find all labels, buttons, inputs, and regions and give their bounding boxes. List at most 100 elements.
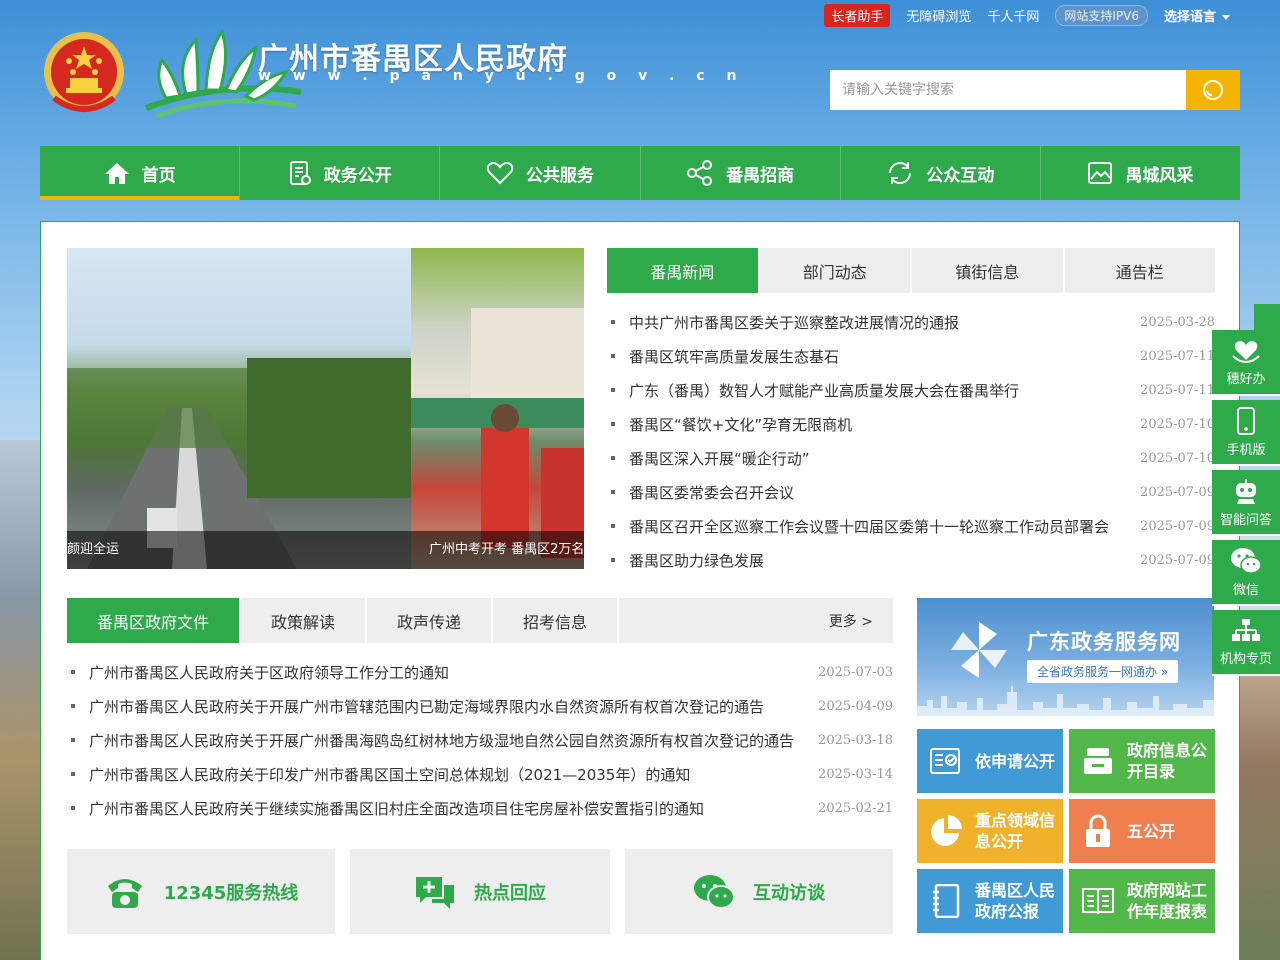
list-item[interactable]: 番禺区委常委会召开会议 2025-07-09 [607, 475, 1215, 509]
news-title[interactable]: 番禺区“餐饮+文化”孕育无限商机 [629, 414, 1140, 435]
sidebar-item-smart-qa[interactable]: 智能问答 [1212, 470, 1280, 536]
document-title[interactable]: 广州市番禺区人民政府关于区政府领导工作分工的通知 [89, 662, 818, 683]
news-list: 中共广州市番禺区委关于巡察整改进展情况的通报 2025-03-28 番禺区筑牢高质… [607, 305, 1215, 577]
tile-label: 五公开 [1127, 821, 1176, 841]
nav-item-public-service[interactable]: 公共服务 [440, 146, 641, 200]
bullet [611, 456, 615, 460]
service-label: 热点回应 [474, 882, 546, 904]
share-nodes-icon [687, 160, 713, 186]
tile-apply-disclosure[interactable]: 依申请公开 [917, 729, 1063, 793]
sidebar-top-tab[interactable] [1254, 304, 1280, 330]
tab-policy-interpretation[interactable]: 政策解读 [241, 598, 368, 643]
news-title[interactable]: 中共广州市番禺区委关于巡察整改进展情况的通报 [629, 312, 1140, 333]
guangdong-gov-service-banner[interactable]: 广东政务服务网 全省政务服务一网通办 » [917, 598, 1214, 716]
list-item[interactable]: 广州市番禺区人民政府关于继续实施番禺区旧村庄全面改造项目住宅房屋补偿安置指引的通… [67, 791, 893, 825]
list-item[interactable]: 番禺区筑牢高质量发展生态基石 2025-07-11 [607, 339, 1215, 373]
nav-item-public-interaction[interactable]: 公众互动 [841, 146, 1041, 200]
sidebar-item-suihaoban[interactable]: 穗好办 [1212, 330, 1280, 396]
news-date: 2025-07-11 [1140, 382, 1215, 398]
document-date: 2025-04-09 [818, 698, 893, 714]
tile-key-areas[interactable]: 重点领域信息公开 [917, 799, 1063, 863]
tile-annual-report[interactable]: 政府网站工作年度报表 [1069, 869, 1215, 933]
list-item[interactable]: 广州市番禺区人民政府关于开展广州市管辖范围内已勘定海域界限内水自然资源所有权首次… [67, 689, 893, 723]
document-title[interactable]: 广州市番禺区人民政府关于开展广州市管辖范围内已勘定海域界限内水自然资源所有权首次… [89, 696, 818, 717]
news-title[interactable]: 广东（番禺）数智人才赋能产业高质量发展大会在番禺举行 [629, 380, 1140, 401]
nav-item-home[interactable]: 首页 [40, 146, 241, 200]
list-item[interactable]: 番禺区深入开展“暖企行动” 2025-07-10 [607, 441, 1215, 475]
tile-gov-gazette[interactable]: 番禺区人民政府公报 [917, 869, 1063, 933]
hotline-12345-button[interactable]: 12345服务热线 [67, 849, 335, 934]
road-illustration [67, 358, 411, 569]
tab-gov-voice[interactable]: 政声传递 [367, 598, 494, 643]
carousel-caption[interactable]: 颜迎全运 [67, 538, 119, 557]
exam-illustration [411, 308, 584, 558]
archive-icon [1069, 746, 1127, 776]
news-title[interactable]: 番禺区筑牢高质量发展生态基石 [629, 346, 1140, 367]
bullet [611, 524, 615, 528]
news-carousel[interactable]: 颜迎全运 广州中考开考 番禺区2万名 [67, 248, 584, 569]
document-list: 广州市番禺区人民政府关于区政府领导工作分工的通知 2025-07-03 广州市番禺… [67, 655, 893, 825]
bullet [71, 772, 75, 776]
news-title[interactable]: 番禺区委常委会召开会议 [629, 482, 1140, 503]
search-bar [830, 70, 1240, 110]
list-item[interactable]: 广州市番禺区人民政府关于印发广州市番禺区国土空间总体规划（2021—2035年）… [67, 757, 893, 791]
list-item[interactable]: 中共广州市番禺区委关于巡察整改进展情况的通报 2025-03-28 [607, 305, 1215, 339]
list-item[interactable]: 广州市番禺区人民政府关于开展广州番禺海鸥岛红树林地方级湿地自然公园自然资源所有权… [67, 723, 893, 757]
tab-department-news[interactable]: 部门动态 [760, 248, 912, 293]
tile-five-disclosures[interactable]: 五公开 [1069, 799, 1215, 863]
telephone-icon [107, 878, 142, 908]
tab-panyu-news[interactable]: 番禺新闻 [607, 248, 760, 293]
interactive-interview-button[interactable]: 互动访谈 [625, 849, 893, 934]
national-emblem-logo [44, 32, 124, 112]
news-title[interactable]: 番禺区召开全区巡察工作会议暨十四届区委第十一轮巡察工作动员部署会 [629, 516, 1140, 537]
carousel-caption[interactable]: 广州中考开考 番禺区2万名 [429, 538, 584, 557]
service-label: 12345服务热线 [163, 882, 299, 904]
language-select[interactable]: 选择语言 [1164, 6, 1230, 25]
tile-info-catalog[interactable]: 政府信息公开目录 [1069, 729, 1215, 793]
nav-item-investment[interactable]: 番禺招商 [641, 146, 841, 200]
hot-response-button[interactable]: 热点回应 [350, 849, 610, 934]
carousel-slide-road[interactable] [67, 248, 411, 569]
sidebar-item-wechat[interactable]: 微信 [1212, 540, 1280, 606]
document-title[interactable]: 广州市番禺区人民政府关于继续实施番禺区旧村庄全面改造项目住宅房屋补偿安置指引的通… [89, 798, 818, 819]
news-title[interactable]: 番禺区助力绿色发展 [629, 550, 1140, 571]
news-date: 2025-03-28 [1140, 314, 1215, 330]
document-title[interactable]: 广州市番禺区人民政府关于开展广州番禺海鸥岛红树林地方级湿地自然公园自然资源所有权… [89, 730, 818, 751]
tab-notices[interactable]: 通告栏 [1065, 248, 1216, 293]
tab-town-info[interactable]: 镇街信息 [912, 248, 1065, 293]
org-chart-icon [1232, 618, 1260, 641]
document-title[interactable]: 广州市番禺区人民政府关于印发广州市番禺区国土空间总体规划（2021—2035年）… [89, 764, 818, 785]
pinwheel-logo-icon [951, 622, 1007, 678]
tab-recruitment-info[interactable]: 招考信息 [493, 598, 620, 643]
nav-item-city-style[interactable]: 禺城风采 [1041, 146, 1240, 200]
list-item[interactable]: 番禺区助力绿色发展 2025-07-09 [607, 543, 1215, 577]
list-item[interactable]: 广东（番禺）数智人才赋能产业高质量发展大会在番禺举行 2025-07-11 [607, 373, 1215, 407]
notebook-icon [917, 884, 975, 918]
robot-icon [1236, 478, 1256, 504]
news-date: 2025-07-11 [1140, 348, 1215, 364]
heart-hands-icon [1232, 340, 1260, 363]
bullet [71, 670, 75, 674]
list-item[interactable]: 番禺区召开全区巡察工作会议暨十四届区委第十一轮巡察工作动员部署会 2025-07-… [607, 509, 1215, 543]
search-input[interactable] [830, 70, 1186, 110]
sidebar-item-agencies[interactable]: 机构专页 [1212, 610, 1280, 676]
tab-gov-documents[interactable]: 番禺区政府文件 [67, 598, 242, 643]
document-date: 2025-02-21 [818, 800, 893, 816]
search-button[interactable] [1186, 70, 1240, 110]
tile-label: 依申请公开 [975, 751, 1056, 771]
nav-item-gov-affairs[interactable]: 政务公开 [240, 146, 441, 200]
promo-subtitle[interactable]: 全省政务服务一网通办 » [1027, 660, 1179, 683]
list-item[interactable]: 番禺区“餐饮+文化”孕育无限商机 2025-07-10 [607, 407, 1215, 441]
carousel-slide-exam[interactable] [411, 248, 584, 569]
news-tabs: 番禺新闻 部门动态 镇街信息 通告栏 [607, 248, 1215, 293]
more-link[interactable]: 更多 > [829, 598, 893, 643]
nav-label: 首页 [141, 165, 176, 186]
sidebar-item-mobile[interactable]: 手机版 [1212, 400, 1280, 466]
bullet [71, 806, 75, 810]
list-item[interactable]: 广州市番禺区人民政府关于区政府领导工作分工的通知 2025-07-03 [67, 655, 893, 689]
news-title[interactable]: 番禺区深入开展“暖企行动” [629, 448, 1140, 469]
elder-assistant-link[interactable]: 长者助手 [824, 4, 891, 27]
qianren-link[interactable]: 千人千网 [987, 6, 1039, 25]
accessibility-link[interactable]: 无障碍浏览 [906, 6, 971, 25]
promo-title: 广东政务服务网 [1027, 630, 1181, 654]
